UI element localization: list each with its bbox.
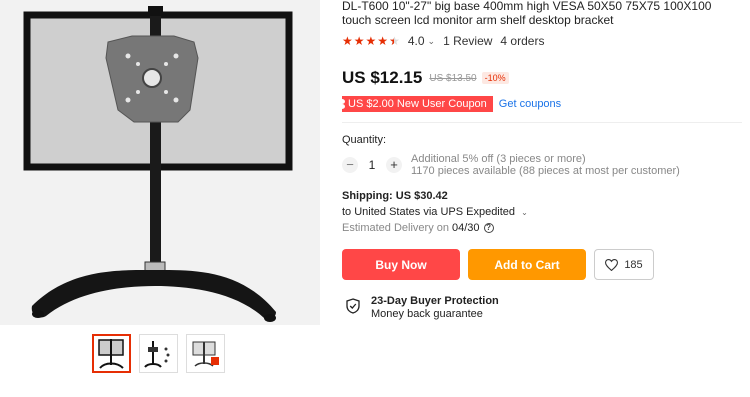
product-title: DL-T600 10"-27" big base 400mm high VESA… <box>342 0 712 27</box>
thumbnail-1[interactable] <box>92 334 131 373</box>
product-gallery <box>0 0 320 397</box>
quantity-label: Quantity: <box>342 134 387 146</box>
quantity-minus-button[interactable]: − <box>342 157 358 173</box>
help-icon[interactable]: ? <box>483 223 494 233</box>
shipping-title: Shipping: US $30.42 <box>342 190 448 202</box>
estimated-delivery-label: Estimated Delivery on <box>342 222 449 234</box>
chevron-down-icon: ⌄ <box>521 208 528 217</box>
rating-stars[interactable]: ★ ★ ★ ★ ★ <box>342 34 400 48</box>
wishlist-count: 185 <box>624 258 643 271</box>
original-price: US $13.50 <box>429 72 477 84</box>
estimated-delivery-date: 04/30 <box>452 222 480 234</box>
protection-title: 23-Day Buyer Protection <box>371 295 499 307</box>
reviews-link[interactable]: 1 Review <box>443 34 492 48</box>
star-icon: ★ <box>342 34 353 48</box>
additional-discount-note: Additional 5% off (3 pieces or more) <box>411 153 586 165</box>
quantity-value[interactable]: 1 <box>358 158 386 172</box>
thumbnail-3[interactable] <box>186 334 225 373</box>
divider <box>342 122 742 123</box>
wishlist-button[interactable]: 185 <box>594 249 654 280</box>
buy-now-button[interactable]: Buy Now <box>342 249 460 280</box>
current-price: US $12.15 <box>342 68 423 87</box>
action-buttons: Buy Now Add to Cart 185 <box>342 249 742 280</box>
buyer-protection: 23-Day Buyer Protection Money back guara… <box>342 295 742 320</box>
rating-value: 4.0 <box>407 34 425 48</box>
protection-subtitle: Money back guarantee <box>371 308 483 320</box>
new-user-coupon[interactable]: US $2.00 New User Coupon <box>339 96 493 112</box>
star-icon: ★ <box>377 34 389 48</box>
shipping-method[interactable]: to United States via UPS Expedited ⌄ <box>342 206 742 218</box>
shield-check-icon <box>346 298 360 314</box>
quantity-notes: Additional 5% off (3 pieces or more) 117… <box>411 153 680 177</box>
thumbnail-2[interactable] <box>139 334 178 373</box>
main-product-image[interactable] <box>0 0 320 325</box>
star-icon: ★ <box>365 34 377 48</box>
discount-badge: -10% <box>481 72 509 84</box>
protection-text: 23-Day Buyer Protection Money back guara… <box>371 295 499 320</box>
estimated-delivery: Estimated Delivery on 04/30 ? <box>342 222 742 234</box>
heart-icon <box>605 258 619 271</box>
monitor-stand-image <box>0 0 320 325</box>
shipping-method-label: to United States via UPS Expedited <box>342 206 516 218</box>
coupon-row: US $2.00 New User Coupon Get coupons <box>339 96 742 112</box>
star-half-icon: ★ <box>389 34 400 48</box>
chevron-down-icon[interactable]: ⌄ <box>428 36 436 47</box>
add-to-cart-button[interactable]: Add to Cart <box>468 249 586 280</box>
thumb-monitor-stand-icon <box>98 339 124 369</box>
thumb-dimensions-icon <box>192 341 219 367</box>
availability-note: 1170 pieces available (88 pieces at most… <box>411 165 680 177</box>
product-info: DL-T600 10"-27" big base 400mm high VESA… <box>339 0 742 320</box>
thumbnail-strip <box>92 334 225 373</box>
quantity-stepper: − 1 + Additional 5% off (3 pieces or mor… <box>342 153 742 177</box>
orders-count: 4 orders <box>500 34 545 48</box>
price-row: US $12.15 US $13.50 -10% <box>342 68 742 88</box>
star-icon: ★ <box>353 34 365 48</box>
rating-row: ★ ★ ★ ★ ★ 4.0 ⌄ 1 Review 4 orders <box>342 34 742 48</box>
thumb-parts-icon <box>144 341 170 368</box>
quantity-plus-button[interactable]: + <box>386 157 402 173</box>
get-coupons-link[interactable]: Get coupons <box>499 98 561 110</box>
